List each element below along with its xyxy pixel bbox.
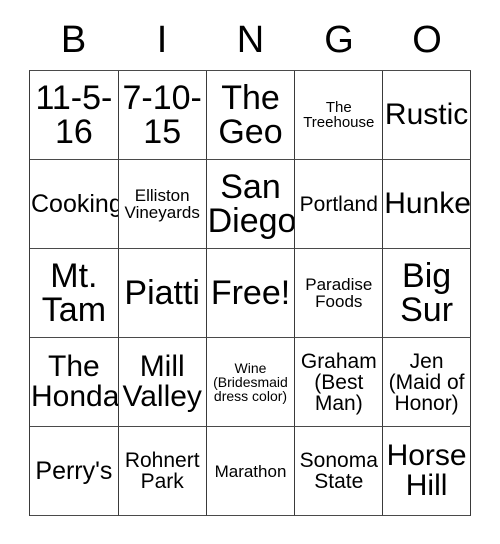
bingo-cell[interactable]: Portland <box>295 160 384 249</box>
bingo-cell[interactable]: Marathon <box>206 427 296 516</box>
bingo-card: B I N G O 11-5- 16 7-10- 15 The Geo The … <box>29 10 471 516</box>
bingo-cell-label: Rustic <box>384 98 469 131</box>
bingo-cell[interactable]: The Geo <box>206 71 296 160</box>
bingo-cell[interactable]: Perry's <box>30 427 119 516</box>
bingo-cell[interactable]: Elliston Vineyards <box>118 160 207 249</box>
bingo-cell[interactable]: The Honda <box>30 338 119 427</box>
bingo-cell[interactable]: San Diego <box>206 160 296 249</box>
bingo-cell-label: The Treehouse <box>303 99 375 131</box>
bingo-cell[interactable]: Rohnert Park <box>118 427 207 516</box>
bingo-header-letter-o: O <box>383 10 471 70</box>
bingo-cell[interactable]: Piatti <box>118 249 207 338</box>
bingo-cell-label: Elliston Vineyards <box>124 186 200 222</box>
bingo-cell-label: The Geo <box>218 79 283 151</box>
bingo-cell-label: Mill Valley <box>122 350 202 413</box>
bingo-cell-label: The Honda <box>31 350 119 413</box>
bingo-row: Perry's Rohnert Park Marathon Sonoma Sta… <box>30 427 471 516</box>
bingo-row: Cooking Elliston Vineyards San Diego Por… <box>30 160 471 249</box>
bingo-cell[interactable]: Hunker <box>383 160 471 249</box>
bingo-header-letter-o-label: O <box>412 19 442 61</box>
bingo-cell-label: Cooking <box>31 189 119 218</box>
bingo-header-letter-b: B <box>29 10 118 70</box>
bingo-header-row: B I N G O <box>29 10 471 70</box>
bingo-cell-label: Rohnert Park <box>124 449 200 493</box>
bingo-cell-label: Free! <box>210 274 291 312</box>
bingo-cell[interactable]: 7-10- 15 <box>118 71 207 160</box>
bingo-cell[interactable]: Horse Hill <box>383 427 471 516</box>
bingo-header-letter-i: I <box>118 10 206 70</box>
bingo-cell-label: Perry's <box>35 456 113 485</box>
bingo-cell-label: 11-5- 16 <box>35 79 113 151</box>
bingo-row: 11-5- 16 7-10- 15 The Geo The Treehouse … <box>30 71 471 160</box>
bingo-cell-label: San Diego <box>207 168 296 240</box>
bingo-cell-label: Graham (Best Man) <box>300 349 377 415</box>
bingo-cell[interactable]: Mill Valley <box>118 338 207 427</box>
bingo-header-letter-n: N <box>206 10 295 70</box>
bingo-cell[interactable]: 11-5- 16 <box>30 71 119 160</box>
bingo-cell-label: Jen (Maid of Honor) <box>388 349 465 415</box>
bingo-cell-label: Big Sur <box>400 257 454 329</box>
bingo-grid: 11-5- 16 7-10- 15 The Geo The Treehouse … <box>29 70 471 516</box>
bingo-header-letter-n-label: N <box>236 19 265 61</box>
bingo-cell[interactable]: The Treehouse <box>295 71 384 160</box>
bingo-cell[interactable]: Graham (Best Man) <box>295 338 384 427</box>
bingo-cell-label: Paradise Foods <box>305 275 373 311</box>
bingo-cell-label: 7-10- 15 <box>122 79 202 151</box>
bingo-header-letter-b-label: B <box>60 19 87 61</box>
bingo-header-letter-g: G <box>295 10 383 70</box>
bingo-cell-free-space[interactable]: Free! <box>206 249 296 338</box>
bingo-cell[interactable]: Rustic <box>383 71 471 160</box>
bingo-row: The Honda Mill Valley Wine (Bridesmaid d… <box>30 338 471 427</box>
bingo-cell-label: Sonoma State <box>299 449 378 493</box>
bingo-cell[interactable]: Paradise Foods <box>295 249 384 338</box>
bingo-cell-label: Marathon <box>214 461 287 481</box>
bingo-cell[interactable]: Jen (Maid of Honor) <box>383 338 471 427</box>
bingo-cell-label: Wine (Bridesmaid dress color) <box>213 360 288 404</box>
bingo-header-letter-g-label: G <box>324 19 354 61</box>
bingo-cell[interactable]: Big Sur <box>383 249 471 338</box>
bingo-cell[interactable]: Cooking <box>30 160 119 249</box>
bingo-header-letter-i-label: I <box>156 19 168 61</box>
bingo-cell-label: Hunker <box>384 187 471 220</box>
bingo-cell[interactable]: Sonoma State <box>295 427 384 516</box>
bingo-cell-label: Horse Hill <box>386 439 467 502</box>
bingo-cell-label: Mt. Tam <box>41 257 107 329</box>
bingo-cell[interactable]: Mt. Tam <box>30 249 119 338</box>
bingo-cell-label: Portland <box>299 192 378 216</box>
bingo-cell[interactable]: Wine (Bridesmaid dress color) <box>206 338 296 427</box>
bingo-row: Mt. Tam Piatti Free! Paradise Foods Big … <box>30 249 471 338</box>
bingo-cell-label: Piatti <box>124 274 200 312</box>
